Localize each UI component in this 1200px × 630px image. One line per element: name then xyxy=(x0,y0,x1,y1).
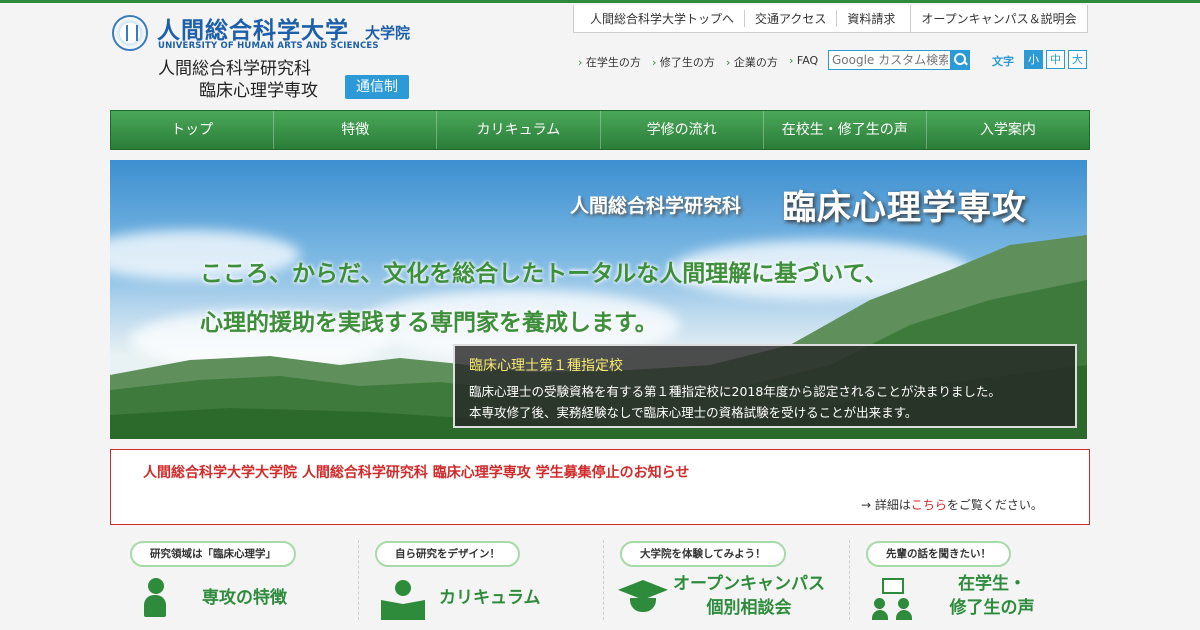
feature-title: 専攻の特徴 xyxy=(202,588,287,608)
university-top-link[interactable]: 人間総合科学大学トップへ xyxy=(580,10,744,27)
feature-bubble: 大学院を体験してみよう！ xyxy=(620,541,786,567)
font-size-label: 文字 xyxy=(992,55,1014,68)
feature-title: カリキュラム xyxy=(439,588,541,608)
nav-top[interactable]: トップ xyxy=(111,111,273,149)
graduates-link[interactable]: 修了生の方 xyxy=(652,54,715,70)
font-size-small-button[interactable]: 小 xyxy=(1024,50,1043,69)
feature-card-open-campus[interactable]: 大学院を体験してみよう！ オープンキャンパス 個別相談会 xyxy=(600,540,840,630)
feature-bubble: 自ら研究をデザイン！ xyxy=(375,541,520,567)
nav-voices[interactable]: 在校生・修了生の声 xyxy=(762,111,926,149)
feature-title-line-2: 修了生の声 xyxy=(949,598,1035,618)
feature-card-curriculum[interactable]: 自ら研究をデザイン！ カリキュラム xyxy=(355,540,595,630)
major-name: 臨床心理学専攻 xyxy=(199,81,318,101)
request-materials-link[interactable]: 資料請求 xyxy=(836,10,905,27)
nav-curriculum[interactable]: カリキュラム xyxy=(436,111,599,149)
current-students-link[interactable]: 在学生の方 xyxy=(578,54,641,70)
top-utility-links: 人間総合科学大学トップへ 交通アクセス 資料請求 xyxy=(573,5,913,33)
companies-link[interactable]: 企業の方 xyxy=(726,54,778,70)
faq-link[interactable]: FAQ xyxy=(789,54,818,67)
search-icon[interactable] xyxy=(950,50,970,70)
notice-text-1: 臨床心理士の受験資格を有する第１種指定校に2018年度から認定されることが決まり… xyxy=(469,384,1001,399)
university-emblem-icon[interactable] xyxy=(112,15,148,51)
notice-headline: 人間総合科学大学大学院 人間総合科学研究科 臨床心理学専攻 学生募集停止のお知ら… xyxy=(143,465,690,481)
feature-bubble: 研究領域は「臨床心理学」 xyxy=(130,541,296,567)
access-link[interactable]: 交通アクセス xyxy=(744,10,836,27)
detail-prefix: → 詳細は xyxy=(861,498,911,512)
font-size-medium-button[interactable]: 中 xyxy=(1046,50,1065,69)
thinker-icon xyxy=(138,578,178,620)
global-nav: トップ 特徴 カリキュラム 学修の流れ 在校生・修了生の声 入学案内 xyxy=(110,110,1090,150)
feature-bubble: 先輩の話を聞きたい！ xyxy=(866,541,1011,567)
feature-title-line-2: 個別相談会 xyxy=(706,598,792,618)
graduate-school-label: 大学院 xyxy=(365,24,411,42)
designation-notice[interactable]: 臨床心理士第１種指定校 臨床心理士の受験資格を有する第１種指定校に2018年度か… xyxy=(453,344,1077,428)
university-english-name: UNIVERSITY OF HUMAN ARTS AND SCIENCES xyxy=(158,41,379,51)
open-campus-link[interactable]: オープンキャンパス＆説明会 xyxy=(910,5,1088,33)
detail-link[interactable]: こちら xyxy=(911,498,947,512)
feature-card-voices[interactable]: 先輩の話を聞きたい！ 在学生・ 修了生の声 xyxy=(846,540,1086,630)
feature-title-line-1: 在学生・ xyxy=(958,574,1026,594)
hero-tagline-2: 心理的援助を実践する専門家を養成します。 xyxy=(200,309,658,336)
nav-features[interactable]: 特徴 xyxy=(273,111,436,149)
detail-suffix: をご覧ください。 xyxy=(946,498,1043,512)
nav-study-flow[interactable]: 学修の流れ xyxy=(599,111,763,149)
detail-line: → 詳細はこちらをご覧ください。 xyxy=(861,496,1043,513)
font-size-large-button[interactable]: 大 xyxy=(1068,50,1087,69)
search-input[interactable] xyxy=(828,50,952,70)
students-icon xyxy=(872,578,916,622)
feature-card-major[interactable]: 研究領域は「臨床心理学」 専攻の特徴 xyxy=(110,540,350,630)
feature-title-line-1: オープンキャンパス xyxy=(673,574,825,594)
hero-tagline-1: こころ、からだ、文化を総合したトータルな人間理解に基づいて、 xyxy=(200,260,888,287)
correspondence-badge: 通信制 xyxy=(345,75,409,99)
hero-subtitle: 人間総合科学研究科 xyxy=(570,195,742,217)
nav-admission[interactable]: 入学案内 xyxy=(925,111,1089,149)
reader-icon xyxy=(381,580,427,622)
university-name[interactable]: 人間総合科学大学 xyxy=(157,11,349,45)
hero-title: 臨床心理学専攻 xyxy=(782,188,1027,228)
recruitment-stop-notice: 人間総合科学大学大学院 人間総合科学研究科 臨床心理学専攻 学生募集停止のお知ら… xyxy=(110,449,1090,525)
notice-text-2: 本専攻修了後、実務経験なしで臨床心理士の資格試験を受けることが出来ます。 xyxy=(469,405,918,420)
graduation-cap-icon xyxy=(618,580,668,616)
notice-title: 臨床心理士第１種指定校 xyxy=(469,358,623,374)
hero-banner: 人間総合科学研究科 臨床心理学専攻 こころ、からだ、文化を総合したトータルな人間… xyxy=(110,160,1087,439)
